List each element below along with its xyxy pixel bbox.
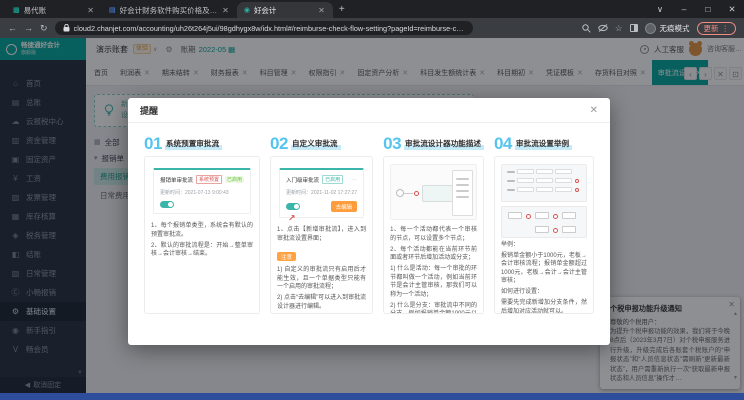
custom-flow-thumbnail: 入门级审批流 已启用 ⋯ 更新时间：2021-11-02 17:27:27 去编…: [279, 168, 364, 218]
tab-favicon-icon: ▤: [109, 7, 116, 14]
flow-updated-time: 更新时间：2021-11-02 17:27:27: [286, 189, 357, 196]
browser-tab[interactable]: ▩ 易代账 ✕: [6, 2, 102, 18]
forward-icon[interactable]: →: [24, 24, 33, 33]
tab-close-icon[interactable]: ✕: [221, 6, 230, 15]
modal-section-3: 03 审批流设计器功能描述: [383, 133, 484, 333]
browser-tab[interactable]: ▤ 好会计财务软件购买价格及… ✕: [102, 2, 237, 18]
os-taskbar[interactable]: [0, 393, 744, 400]
incognito-avatar-icon: [645, 23, 656, 34]
modal-header: 提醒 ✕: [128, 98, 610, 123]
section-paragraph: 1、每个报销单类型，系统会有默认的预置审批流。: [151, 222, 253, 239]
new-tab-button[interactable]: +: [339, 4, 345, 15]
address-bar[interactable]: cloud2.chanjet.com/accounting/uh26t264j5…: [55, 21, 473, 35]
reminder-modal: 提醒 ✕ 01 系统预置审批流 报销单审批流 系统预置: [128, 98, 610, 345]
screen: ▩ 易代账 ✕ ▤ 好会计财务软件购买价格及… ✕ ◉ 好会计 ✕ + ∨ – …: [0, 0, 744, 400]
tab-favicon-icon: ◉: [244, 7, 250, 14]
url-text: cloud2.chanjet.com/accounting/uh26t264j5…: [74, 24, 464, 33]
section-title: 系统预置审批流: [165, 138, 222, 150]
browser-tab-label: 好会计财务软件购买价格及…: [120, 5, 218, 16]
modal-body: 01 系统预置审批流 报销单审批流 系统预置 已启用 更新时间：2021-07-…: [128, 123, 610, 345]
browser-toolbar: ← → ↻ cloud2.chanjet.com/accounting/uh26…: [0, 18, 744, 38]
close-window-icon[interactable]: ✕: [720, 0, 744, 18]
section-paragraph: 2、每个活动都能在当前环节前面或者环节后增加活动或分支；: [390, 246, 477, 263]
profile-chip[interactable]: 无痕模式: [645, 23, 690, 34]
eye-off-icon[interactable]: [598, 24, 608, 32]
reload-icon[interactable]: ↻: [40, 24, 48, 33]
tab-close-icon[interactable]: ✕: [86, 6, 95, 15]
back-icon[interactable]: ←: [8, 24, 17, 33]
browser-titlebar: ▩ 易代账 ✕ ▤ 好会计财务软件购买价格及… ✕ ◉ 好会计 ✕ + ∨ – …: [0, 0, 744, 18]
branch-form-thumbnail: [501, 164, 587, 202]
section-paragraph: 1) 什么是活动：每一个审批的环节都叫做一个活动，例如当前环节是会计主管审核，那…: [390, 265, 477, 299]
designer-thumbnail: [390, 164, 477, 220]
section-card: 举例： 报销单金额小于1000元，老板→会计审核流程；报销单金额超过1000元，…: [494, 156, 594, 314]
section-paragraph: 2、默认的审批流程是：开始→整单审核→会计审核→结束。: [151, 242, 253, 259]
preset-tag: 系统预置: [196, 175, 222, 184]
status-badge: 已启用: [322, 175, 343, 184]
annotation-arrow-icon: ↗: [288, 213, 296, 224]
status-badge: 已启用: [225, 176, 244, 183]
preset-flow-thumbnail: 报销单审批流 系统预置 已启用 更新时间：2021-07-13 9:00:43: [153, 168, 251, 214]
window-controls: ∨ – □ ✕: [648, 0, 744, 18]
note-badge: 注意: [277, 252, 296, 261]
incognito-label: 无痕模式: [660, 23, 690, 34]
menu-dots-icon[interactable]: ⋮: [722, 24, 730, 33]
modal-close-icon[interactable]: ✕: [590, 105, 598, 116]
section-paragraph: 1、每一个活动都代表一个审核的节点，可以设置多个节点；: [390, 226, 477, 243]
modal-section-4: 04 审批流设置举例: [494, 133, 594, 333]
tab-favicon-icon: ▩: [13, 7, 20, 14]
browser-tab-label: 易代账: [24, 5, 83, 16]
browser-tab-label: 好会计: [254, 5, 313, 16]
section-number: 01: [144, 136, 162, 151]
modal-section-1: 01 系统预置审批流 报销单审批流 系统预置 已启用 更新时间：2021-07-…: [144, 133, 260, 333]
enable-toggle: [286, 203, 300, 210]
browser-tab[interactable]: ◉ 好会计 ✕: [237, 2, 333, 18]
update-button[interactable]: 更新 ⋮: [697, 22, 737, 35]
section-paragraph: 需要先完成新增加分支条件，然后增加对应活动就可以。: [501, 299, 587, 314]
tab-search-icon[interactable]: ∨: [648, 0, 672, 18]
section-card: 1、每一个活动都代表一个审核的节点，可以设置多个节点； 2、每个活动都能在当前环…: [383, 156, 484, 314]
flow-card-title: 报销单审批流: [160, 176, 193, 184]
modal-section-2: 02 自定义审批流 入门级审批流 已启用 ⋯ 更新时间：2021-11-02 1…: [270, 133, 373, 333]
more-icon: ⋯: [352, 177, 357, 183]
flow-updated-time: 更新时间：2021-07-13 9:00:43: [160, 189, 244, 196]
zoom-icon[interactable]: [582, 24, 591, 33]
lock-icon: [63, 24, 70, 32]
side-panel-icon[interactable]: [630, 24, 638, 32]
section-number: 04: [494, 136, 512, 151]
tab-close-icon[interactable]: ✕: [317, 6, 326, 15]
minimize-icon[interactable]: –: [672, 0, 696, 18]
section-card: 报销单审批流 系统预置 已启用 更新时间：2021-07-13 9:00:43 …: [144, 156, 260, 314]
edit-flow-button: 去编辑: [331, 201, 358, 212]
section-card: 入门级审批流 已启用 ⋯ 更新时间：2021-11-02 17:27:27 去编…: [270, 156, 373, 314]
section-title: 审批流设计器功能描述: [404, 138, 484, 150]
enable-toggle: [160, 201, 174, 208]
section-paragraph: 1、点击【新增审批流】，进入到审批流设置界面；: [277, 226, 366, 243]
modal-title: 提醒: [140, 104, 158, 117]
section-paragraph: 举例：: [501, 241, 587, 250]
section-number: 02: [270, 136, 288, 151]
restore-icon[interactable]: □: [696, 0, 720, 18]
branch-flow-thumbnail: [501, 206, 587, 238]
app-viewport: 畅捷通好会计 旗舰版 演示账套 体验 ∨ ⚙ 账期 2022-05 ▦ 人工客服…: [0, 38, 744, 393]
section-paragraph: 报销单金额小于1000元，老板→会计审核流程；报销单金额超过1000元，老板→会…: [501, 252, 587, 286]
section-title: 自定义审批流: [291, 138, 341, 150]
section-title: 审批流设置举例: [515, 138, 572, 150]
section-number: 03: [383, 136, 401, 151]
section-paragraph: 1) 自定义的审批流只有启用后才能生效，且一个单据类型只能有一个启用的审批流程；: [277, 266, 366, 292]
browser-tab-strip: ▩ 易代账 ✕ ▤ 好会计财务软件购买价格及… ✕ ◉ 好会计 ✕: [0, 0, 333, 18]
section-paragraph: 2) 点击“去编辑”可以进入到审批流设计器进行编辑。: [277, 294, 366, 311]
flow-card-title: 入门级审批流: [286, 176, 319, 184]
section-paragraph: 2) 什么是分支：审批流中不同的分支，例如报销单金额1000元以内走一个审批流程…: [390, 302, 477, 314]
bookmark-star-icon[interactable]: ☆: [615, 24, 623, 33]
section-paragraph: 如何进行设置：: [501, 288, 587, 297]
toolbar-right: ☆ 无痕模式 更新 ⋮: [582, 22, 736, 35]
update-label: 更新: [704, 23, 719, 34]
